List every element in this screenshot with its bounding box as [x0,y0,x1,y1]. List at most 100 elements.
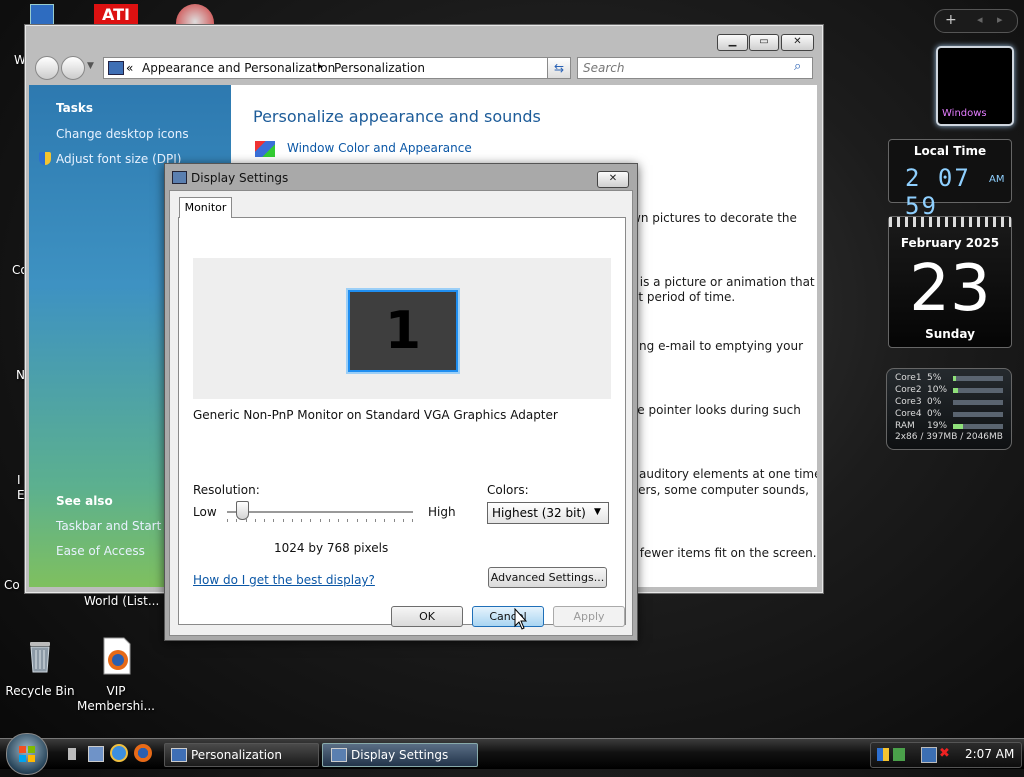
vip-membership-label: VIP Membershi... [77,684,155,713]
slider-ticks [227,519,413,523]
desc-line: auditory elements at one time [639,467,817,481]
back-button[interactable] [35,56,59,80]
best-display-help-link[interactable]: How do I get the best display? [193,573,375,587]
desc-line: et period of time. [631,290,736,304]
cpu-row-bar-fill [953,388,958,393]
show-desktop-icon[interactable] [68,748,76,760]
taskbar: Personalization Display Settings ✖ 2:07 … [0,733,1024,775]
mouse-cursor-icon [514,608,528,630]
ok-button[interactable]: OK [391,606,463,627]
desktop-icon-partial-3[interactable] [176,4,214,26]
display-settings-icon [172,171,187,184]
recycle-bin-icon[interactable]: Recycle Bin [0,636,80,699]
slider-track [227,511,413,514]
start-button[interactable] [6,733,48,775]
desc-line: r fewer items fit on the screen. [631,546,817,560]
ie-icon[interactable] [110,744,128,762]
search-icon[interactable]: ⌕ [794,59,801,74]
taskbar-task-label: Personalization [191,748,282,762]
calendar-rings [889,217,1011,227]
adjust-font-size-link[interactable]: Adjust font size (DPI) [56,152,181,166]
cpu-row-label: Core4 [895,409,922,419]
desktop-partial-co-2: Co [4,578,20,592]
desc-line: vers, some computer sounds, [631,483,809,497]
cancel-button[interactable]: Cancel [472,606,544,627]
slider-tick [227,519,228,522]
cpu-row-bar-fill [953,424,963,429]
network-tray-icon[interactable] [921,747,937,763]
minimize-button[interactable]: ▁ [717,34,748,51]
resolution-label: Resolution: [193,483,260,497]
shield-tray-icon[interactable] [877,748,889,761]
maximize-button[interactable]: ▭ [749,34,779,51]
slider-tick [403,519,404,522]
taskbar-start-menu-link[interactable]: Taskbar and Start M [56,519,176,533]
slider-tick [347,519,348,522]
switch-windows-icon[interactable] [88,746,104,762]
refresh-button[interactable]: ⇆ [547,57,571,79]
desc-line: wn pictures to decorate the [631,211,797,225]
cpu-row-bar [953,400,1003,405]
history-dropdown-icon[interactable]: ▼ [87,61,94,71]
calendar-gadget[interactable]: February 2025 23 Sunday [888,216,1012,348]
taskbar-task-display-settings[interactable]: Display Settings [322,743,478,767]
taskbar-task-label: Display Settings [351,748,449,762]
window-color-link[interactable]: Window Color and Appearance [287,141,472,155]
colors-select[interactable]: Highest (32 bit) ▼ [487,502,609,524]
slider-tick [255,519,256,522]
ease-of-access-link[interactable]: Ease of Access [56,544,145,558]
desc-line: ting e-mail to emptying your [631,339,804,353]
breadcrumb-parent[interactable]: Appearance and Personalization [142,61,335,75]
ati-icon[interactable]: ATI [94,4,138,26]
advanced-settings-button[interactable]: Advanced Settings... [488,567,607,588]
resolution-slider[interactable] [227,501,413,527]
taskbar-clock[interactable]: 2:07 AM [965,747,1014,761]
firefox-icon[interactable] [134,744,152,762]
slider-tick [320,519,321,522]
slider-tick [329,519,330,522]
dialog-close-button[interactable]: ✕ [597,171,629,188]
sidebar-controls: + ◂ ▸ [934,9,1018,33]
cpu-row-label: Core3 [895,397,922,407]
clock-digits: 2 07 59 [905,164,1011,220]
cpu-row-value: 0% [927,409,942,419]
apply-button[interactable]: Apply [553,606,625,627]
security-tray-icon[interactable] [893,748,905,761]
cpu-row-value: 19% [927,421,948,431]
add-gadget-button[interactable]: + [945,12,957,28]
breadcrumb-chevrons[interactable]: « [126,61,133,75]
preview-gadget[interactable]: Windows [936,46,1014,126]
clock-minutes: 07 [937,164,971,192]
display-settings-dialog: Display Settings ✕ Monitor 1 Generic Non… [164,163,638,641]
close-button[interactable]: ✕ [781,34,814,51]
cpu-row-bar [953,388,1003,393]
taskbar-task-personalization[interactable]: Personalization [164,743,319,767]
cpu-meter-gadget[interactable]: Core1 5% Core2 10% Core3 0% Core4 0% RAM 19% 2x86… [886,368,1012,450]
tab-monitor[interactable]: Monitor [179,197,232,218]
breadcrumb-current[interactable]: Personalization [334,61,425,75]
dialog-title: Display Settings [191,171,289,185]
slider-thumb[interactable] [236,501,249,520]
volume-muted-icon[interactable]: ✖ [939,746,950,761]
previous-gadget-button[interactable]: ◂ [977,13,983,26]
search-input[interactable]: Search ⌕ [577,57,813,79]
notification-area: ✖ 2:07 AM [870,742,1022,768]
slider-tick [264,519,265,522]
monitor-1-tile[interactable]: 1 [348,290,458,372]
clock-ampm: AM [989,174,1005,185]
clock-gadget[interactable]: Local Time 2 07 59 AM [888,139,1012,220]
address-bar[interactable]: « Appearance and Personalization ▸ Perso… [103,57,569,79]
calendar-month: February 2025 [900,236,1000,250]
cpu-row-value: 5% [927,373,942,383]
calendar-weekday: Sunday [925,327,975,341]
next-gadget-button[interactable]: ▸ [997,13,1003,26]
forward-button[interactable] [61,56,85,80]
page-title: Personalize appearance and sounds [253,107,541,126]
window-color-icon [255,141,275,157]
change-desktop-icons-link[interactable]: Change desktop icons [56,127,189,141]
breadcrumb-separator-icon[interactable]: ▸ [318,61,323,72]
colors-select-value: Highest (32 bit) [492,506,586,520]
cpu-row-label: Core1 [895,373,922,383]
vip-membership-icon[interactable]: VIP Membershi... [76,636,156,714]
search-placeholder: Search [583,61,625,75]
